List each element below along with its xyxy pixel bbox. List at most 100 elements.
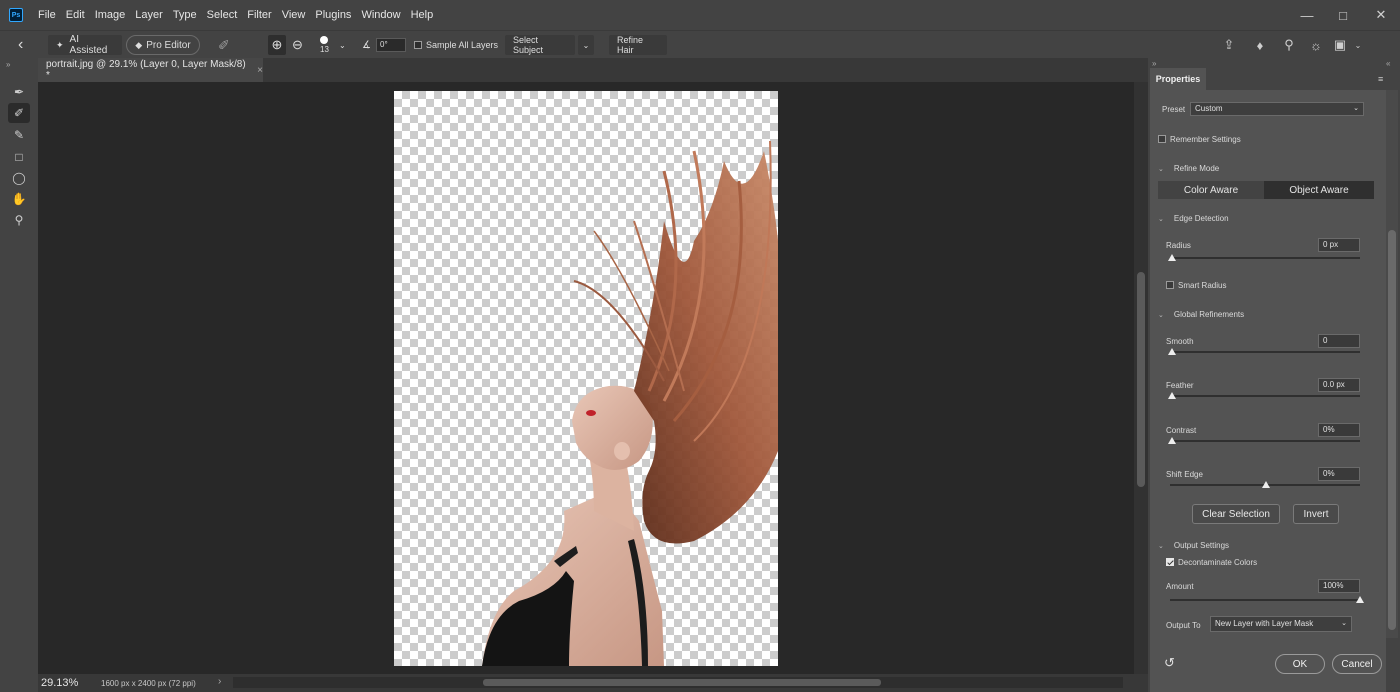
shift-edge-field[interactable]: 0% <box>1318 467 1360 481</box>
radius-field[interactable]: 0 px <box>1318 238 1360 252</box>
decontaminate-colors-checkbox[interactable] <box>1166 558 1174 566</box>
global-refinements-header[interactable]: ⌄ Global Refinements <box>1158 310 1244 319</box>
amount-slider-thumb[interactable] <box>1356 596 1364 603</box>
clear-selection-button[interactable]: Clear Selection <box>1192 504 1280 524</box>
maximize-icon[interactable]: □ <box>1324 0 1362 30</box>
sample-all-layers-check[interactable] <box>414 41 422 49</box>
zoom-tool-icon[interactable]: ⚲ <box>8 210 30 230</box>
remember-settings-checkbox[interactable] <box>1158 135 1166 143</box>
select-subject-dropdown-icon[interactable]: ⌄ <box>578 35 594 55</box>
invert-button[interactable]: Invert <box>1293 504 1339 524</box>
smart-radius-checkbox[interactable] <box>1166 281 1174 289</box>
pro-editor-button[interactable]: ◆ Pro Editor <box>126 35 200 55</box>
hand-tool-icon[interactable]: ✋ <box>8 189 30 209</box>
menu-view[interactable]: View <box>277 0 311 30</box>
quick-selection-tool-icon[interactable]: ✒ <box>8 82 30 102</box>
radius-slider-thumb[interactable] <box>1168 254 1176 261</box>
canvas-vertical-scrollbar[interactable] <box>1134 82 1148 674</box>
refine-mode-header[interactable]: ⌄ Refine Mode <box>1158 164 1219 173</box>
object-aware-button[interactable]: Object Aware <box>1264 181 1374 199</box>
expand-dock-icon[interactable]: » <box>1152 59 1156 68</box>
bell-icon[interactable]: ♦ <box>1252 37 1268 53</box>
lasso-tool-icon[interactable]: ◯ <box>8 168 30 188</box>
menu-layer[interactable]: Layer <box>130 0 168 30</box>
properties-scrollbar[interactable] <box>1386 90 1398 638</box>
properties-scroll-thumb[interactable] <box>1388 230 1396 630</box>
amount-field[interactable]: 100% <box>1318 579 1360 593</box>
pro-editor-label: Pro Editor <box>146 39 191 51</box>
menu-select[interactable]: Select <box>202 0 243 30</box>
add-to-selection-icon[interactable]: ⊕ <box>268 35 286 55</box>
menu-image[interactable]: Image <box>90 0 131 30</box>
workspace-icon[interactable]: ▣ <box>1332 37 1348 53</box>
menu-filter[interactable]: Filter <box>242 0 276 30</box>
panel-menu-icon[interactable]: ≡ <box>1378 74 1383 84</box>
contrast-slider-thumb[interactable] <box>1168 437 1176 444</box>
search-icon[interactable]: ⚲ <box>1281 37 1297 53</box>
color-aware-button[interactable]: Color Aware <box>1158 181 1264 199</box>
ai-assisted-button[interactable]: ✦ AI Assisted <box>48 34 122 56</box>
menu-help[interactable]: Help <box>406 0 439 30</box>
angle-icon: ∡ <box>362 39 371 51</box>
amount-slider-track[interactable] <box>1170 599 1360 601</box>
collapse-toolbar-icon[interactable]: » <box>6 60 10 69</box>
feather-slider-track[interactable] <box>1170 395 1360 397</box>
preset-label: Preset <box>1162 105 1186 114</box>
sample-all-layers-checkbox[interactable]: Sample All Layers <box>414 35 498 55</box>
subtract-from-selection-icon[interactable]: ⊖ <box>292 35 303 55</box>
back-icon[interactable]: ‹ <box>18 35 23 55</box>
angle-field[interactable]: 0° <box>376 38 406 52</box>
minimize-icon[interactable]: — <box>1288 0 1326 30</box>
smooth-field[interactable]: 0 <box>1318 334 1360 348</box>
edge-detection-label: Edge Detection <box>1173 214 1229 223</box>
output-settings-header[interactable]: ⌄ Output Settings <box>1158 541 1229 550</box>
canvas-horizontal-scroll-thumb[interactable] <box>483 679 881 686</box>
status-chevron-icon[interactable]: › <box>218 676 221 687</box>
cancel-button[interactable]: Cancel <box>1332 654 1382 674</box>
document-tab[interactable]: portrait.jpg @ 29.1% (Layer 0, Layer Mas… <box>38 58 263 82</box>
object-selection-tool-icon[interactable]: □ <box>8 147 30 167</box>
refine-hair-button[interactable]: Refine Hair <box>609 35 667 55</box>
workspace-chevron-icon[interactable]: ⌄ <box>1350 37 1366 53</box>
document-size: 1600 px x 2400 px (72 ppi) <box>101 678 196 688</box>
feather-field[interactable]: 0.0 px <box>1318 378 1360 392</box>
collapse-dock-icon[interactable]: « <box>1386 59 1390 68</box>
smooth-slider-thumb[interactable] <box>1168 348 1176 355</box>
zoom-level[interactable]: 29.13% <box>41 677 93 689</box>
canvas-area[interactable] <box>38 82 1134 674</box>
share-icon[interactable]: ⇪ <box>1221 37 1237 53</box>
preset-dropdown[interactable]: Custom ⌄ <box>1190 102 1364 116</box>
contrast-field[interactable]: 0% <box>1318 423 1360 437</box>
brush-tool-icon[interactable]: ✎ <box>8 125 30 145</box>
select-subject-button[interactable]: Select Subject <box>505 35 575 55</box>
canvas-horizontal-scrollbar[interactable] <box>233 677 1123 688</box>
reset-icon[interactable]: ↺ <box>1164 655 1175 671</box>
chevron-down-icon: ⌄ <box>1158 215 1164 223</box>
document-canvas[interactable] <box>394 91 778 666</box>
status-bar: 29.13% 1600 px x 2400 px (72 ppi) › <box>38 674 1148 692</box>
close-icon[interactable]: ✕ <box>1362 0 1400 30</box>
shift-edge-slider-thumb[interactable] <box>1262 481 1270 488</box>
global-refinements-label: Global Refinements <box>1173 310 1245 319</box>
radius-slider-track[interactable] <box>1170 257 1360 259</box>
canvas-vertical-scroll-thumb[interactable] <box>1137 272 1145 487</box>
menu-plugins[interactable]: Plugins <box>310 0 356 30</box>
edge-detection-header[interactable]: ⌄ Edge Detection <box>1158 214 1229 223</box>
brush-size-picker[interactable]: 13 <box>320 33 329 57</box>
refine-edge-brush-tool-icon[interactable]: ✐ <box>8 103 30 123</box>
feather-slider-thumb[interactable] <box>1168 392 1176 399</box>
menu-edit[interactable]: Edit <box>61 0 90 30</box>
chevron-down-icon[interactable]: ⌄ <box>339 35 346 55</box>
sample-all-layers-label: Sample All Layers <box>426 40 499 50</box>
properties-tab[interactable]: Properties <box>1150 68 1206 90</box>
output-to-dropdown[interactable]: New Layer with Layer Mask ⌄ <box>1210 616 1352 632</box>
tab-close-icon[interactable]: × <box>257 65 263 76</box>
contrast-slider-track[interactable] <box>1170 440 1360 442</box>
menu-file[interactable]: File <box>33 0 61 30</box>
menu-window[interactable]: Window <box>356 0 405 30</box>
discover-icon[interactable]: ☼ <box>1308 37 1324 53</box>
refine-brush-tool-icon[interactable]: ✐ <box>218 35 230 55</box>
menu-type[interactable]: Type <box>168 0 202 30</box>
smooth-slider-track[interactable] <box>1170 351 1360 353</box>
ok-button[interactable]: OK <box>1275 654 1325 674</box>
